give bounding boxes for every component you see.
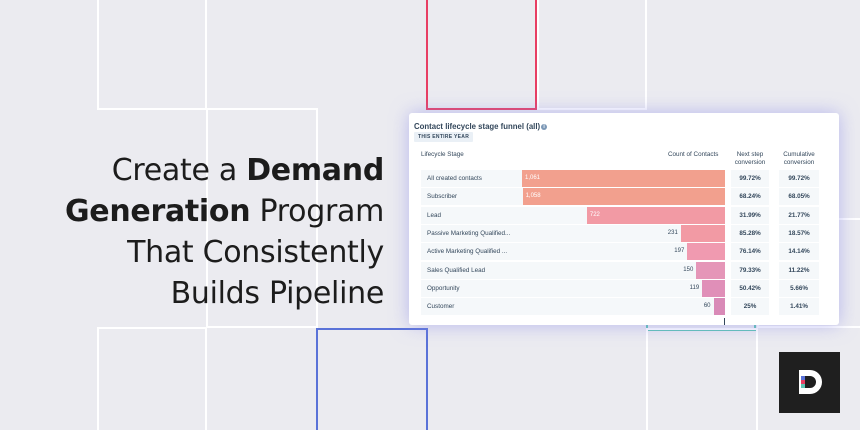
bar-value-label: 1,061 — [525, 175, 541, 181]
bg-square-pink — [426, 0, 537, 110]
cumulative-conversion-cell: 18.57% — [779, 224, 819, 242]
next-step-conversion-cell: 76.14% — [731, 243, 769, 261]
cumulative-conversion-cell: 11.22% — [779, 261, 819, 279]
row-stage-label: Sales Qualified Lead — [427, 266, 486, 274]
next-step-conversion-cell: 85.28% — [731, 224, 769, 242]
header-next-step-conversion: Next step conversion — [734, 151, 766, 166]
headline-line-2: Generation Program — [64, 194, 384, 229]
row-stage-label: Active Marketing Qualified ... — [427, 248, 508, 256]
cumulative-conversion-cell: 5.66% — [779, 279, 819, 297]
header-lifecycle-stage: Lifecycle Stage — [421, 151, 464, 158]
cumulative-conversion-cell: 99.72% — [779, 170, 819, 187]
chart-axis-tick — [724, 318, 725, 325]
headline-bold-demand: Demand — [246, 153, 384, 188]
funnel-row[interactable]: Sales Qualified Lead 150 — [421, 261, 725, 279]
date-range-badge[interactable]: THIS ENTIRE YEAR — [414, 132, 474, 142]
bg-square-3 — [537, 0, 647, 110]
funnel-bar[interactable]: 1,061 — [522, 170, 725, 187]
funnel-bar[interactable] — [687, 243, 725, 261]
bar-value-label: 60 — [703, 303, 711, 310]
next-step-conversion-cell: 99.72% — [731, 170, 769, 187]
header-cumulative-conversion: Cumulative conversion — [783, 151, 815, 166]
bar-value-label: 1,058 — [525, 193, 541, 200]
row-stage-label: Passive Marketing Qualified... — [427, 229, 511, 237]
card-title: Contact lifecycle stage funnel (all) i — [414, 122, 548, 131]
bg-square-5 — [97, 327, 207, 430]
funnel-row[interactable]: Subscriber 1,058 — [421, 188, 725, 206]
headline-line-1: Create a Demand — [111, 153, 385, 188]
bar-value-label: 231 — [667, 229, 678, 236]
funnel-bar[interactable] — [702, 279, 725, 297]
funnel-bar[interactable] — [696, 261, 725, 279]
next-step-conversion-cell: 50.42% — [731, 279, 769, 297]
bg-square-6 — [646, 328, 758, 430]
headline: Create a Demand Generation Program That … — [4, 150, 384, 314]
bg-square-1 — [97, 0, 207, 110]
row-stage-label: Lead — [427, 211, 442, 219]
row-stage-label: Customer — [427, 303, 455, 311]
bar-value-label: 119 — [689, 284, 700, 291]
bar-value-label: 197 — [674, 248, 685, 255]
funnel-report-card: Contact lifecycle stage funnel (all) i TH… — [409, 113, 839, 325]
funnel-bar[interactable] — [680, 224, 725, 242]
funnel-row[interactable]: Lead 722 — [421, 206, 725, 224]
next-step-conversion-cell: 25% — [731, 298, 769, 316]
funnel-row[interactable]: Customer 60 — [421, 298, 725, 316]
funnel-row[interactable]: Passive Marketing Qualified... 231 — [421, 224, 725, 242]
header-count-of-contacts: Count of Contacts — [668, 151, 719, 158]
next-step-conversion-cell: 68.24% — [731, 188, 769, 206]
next-step-conversion-cell: 31.99% — [731, 206, 769, 224]
funnel-row[interactable]: All created contacts 1,061 — [421, 170, 725, 187]
funnel-bar[interactable]: 1,058 — [522, 188, 725, 206]
info-icon[interactable]: i — [541, 124, 548, 130]
bar-value-label: 722 — [589, 211, 600, 218]
next-step-conversion-cell: 79.33% — [731, 261, 769, 279]
cumulative-conversion-cell: 14.14% — [779, 243, 819, 261]
row-stage-label: All created contacts — [427, 175, 482, 182]
bar-value-label: 150 — [683, 266, 694, 273]
brand-logo-icon — [799, 370, 822, 394]
headline-line-4: Builds Pipeline — [170, 276, 385, 311]
brand-logo — [779, 352, 840, 413]
cumulative-conversion-cell: 1.41% — [779, 298, 819, 316]
funnel-bar[interactable] — [713, 298, 725, 316]
cumulative-conversion-cell: 21.77% — [779, 206, 819, 224]
funnel-row[interactable]: Active Marketing Qualified ... 197 — [421, 243, 725, 261]
funnel-row[interactable]: Opportunity 119 — [421, 279, 725, 297]
row-stage-label: Subscriber — [427, 193, 458, 201]
funnel-bar[interactable]: 722 — [586, 206, 725, 224]
row-stage-label: Opportunity — [427, 284, 460, 292]
cumulative-conversion-cell: 68.05% — [779, 188, 819, 206]
bg-square-blue — [316, 328, 428, 430]
headline-bold-generation: Generation — [64, 194, 251, 229]
headline-line-3: That Consistently — [127, 235, 384, 270]
